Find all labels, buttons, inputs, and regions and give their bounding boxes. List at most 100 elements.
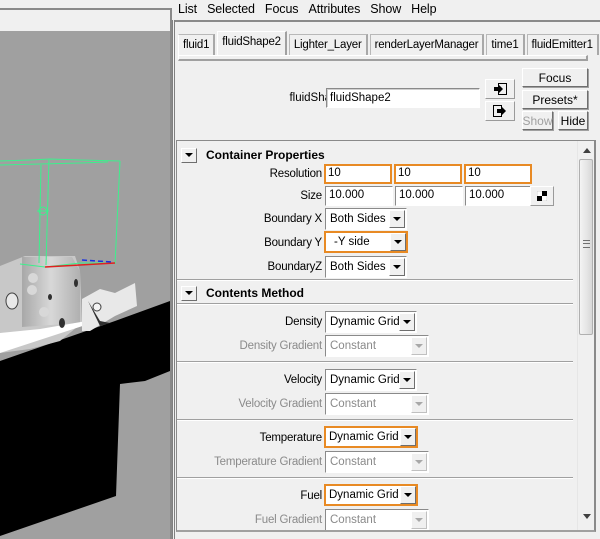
fuel-value: Dynamic Grid	[329, 489, 399, 501]
density-dropdown[interactable]: Dynamic Grid	[325, 311, 417, 333]
size-y-field[interactable]: 10.000	[395, 186, 463, 206]
chevron-down-icon	[404, 493, 412, 497]
group-divider	[177, 477, 573, 479]
collapse-triangle-icon	[185, 153, 193, 157]
temperature-dropdown[interactable]: Dynamic Grid	[324, 426, 418, 448]
scroll-down-button[interactable]	[578, 509, 594, 523]
vertical-scrollbar[interactable]	[577, 141, 594, 530]
dropdown-arrow-button[interactable]	[389, 210, 405, 228]
size-z-field[interactable]: 10.000	[465, 186, 533, 206]
node-tabs: fluid1 fluidShape2 Lighter_Layer renderL…	[178, 31, 600, 55]
group-divider	[177, 419, 573, 421]
section-container-properties[interactable]: Container Properties	[177, 144, 573, 166]
chevron-down-icon	[415, 460, 423, 464]
viewport-frame-top	[0, 8, 172, 10]
temperature-label: Temperature	[259, 432, 323, 444]
attributes-content: Container Properties Resolution 10 10 10…	[177, 141, 573, 530]
boundary-z-value: Both Sides	[330, 261, 386, 273]
section-contents-method[interactable]: Contents Method	[177, 282, 573, 304]
chevron-up-icon	[582, 147, 591, 153]
viewport-scene	[0, 158, 170, 536]
dropdown-arrow-button[interactable]	[399, 313, 415, 331]
resolution-z-field[interactable]: 10	[464, 164, 532, 184]
size-x-field[interactable]: 10.000	[325, 186, 393, 206]
dropdown-arrow-button[interactable]	[399, 371, 415, 389]
boundary-z-dropdown[interactable]: Both Sides	[325, 256, 407, 278]
chevron-down-icon	[415, 518, 423, 522]
menu-list[interactable]: List	[178, 2, 197, 16]
presets-button[interactable]: Presets*	[522, 90, 588, 109]
tab-fluidshape2[interactable]: fluidShape2	[217, 31, 287, 55]
fuel-dropdown[interactable]: Dynamic Grid	[324, 484, 418, 506]
menu-focus[interactable]: Focus	[265, 2, 299, 16]
tab-time1[interactable]: time1	[486, 34, 525, 55]
show-button[interactable]: Show	[522, 111, 553, 130]
dropdown-arrow-button[interactable]	[400, 486, 416, 504]
dropdown-arrow-button[interactable]	[389, 258, 405, 276]
chevron-down-icon	[415, 402, 423, 406]
attribute-editor: List Selected Focus Attributes Show Help…	[172, 0, 600, 539]
boundary-y-dropdown[interactable]: -Y side	[324, 231, 408, 253]
output-connection-button[interactable]	[485, 101, 515, 121]
velocity-gradient-value: Constant	[330, 398, 377, 410]
hide-button[interactable]: Hide	[558, 111, 588, 130]
tab-render-layer-manager[interactable]: renderLayerManager	[369, 34, 485, 55]
menu-attributes[interactable]: Attributes	[308, 2, 360, 16]
section-divider	[177, 303, 573, 305]
attributes-scroll-area: Container Properties Resolution 10 10 10…	[176, 140, 596, 532]
fuel-gradient-dropdown: Constant	[325, 509, 429, 530]
z-axis-line	[81, 259, 113, 263]
velocity-gradient-label: Velocity Gradient	[238, 398, 322, 410]
menu-selected[interactable]: Selected	[207, 2, 255, 16]
focus-button[interactable]: Focus	[522, 68, 588, 87]
dropdown-arrow-button	[411, 395, 427, 413]
output-connection-icon	[493, 105, 506, 117]
chevron-down-icon	[403, 320, 411, 324]
node-name-input[interactable]	[326, 88, 480, 108]
fuel-label: Fuel	[300, 490, 322, 502]
dropdown-arrow-button	[411, 337, 427, 355]
tab-fluid1[interactable]: fluid1	[178, 34, 216, 55]
viewport-panel	[0, 0, 172, 539]
collapse-triangle-icon	[185, 291, 193, 295]
dropdown-arrow-button	[411, 453, 427, 471]
3d-viewport[interactable]	[0, 31, 170, 539]
resolution-x-field[interactable]: 10	[324, 164, 392, 184]
chevron-down-icon	[393, 265, 401, 269]
menu-show[interactable]: Show	[370, 2, 401, 16]
temperature-gradient-dropdown: Constant	[325, 451, 429, 473]
input-connection-button[interactable]	[485, 79, 515, 99]
scroll-thumb[interactable]	[579, 159, 593, 335]
editor-frame-top	[175, 20, 600, 22]
tab-lighter-layer[interactable]: Lighter_Layer	[288, 34, 368, 55]
collapse-button[interactable]	[181, 285, 197, 301]
density-gradient-label: Density Gradient	[239, 340, 323, 352]
section-title: Contents Method	[206, 286, 304, 300]
velocity-gradient-dropdown: Constant	[325, 393, 429, 415]
chevron-down-icon	[393, 217, 401, 221]
resolution-label: Resolution	[269, 168, 323, 180]
scroll-up-button[interactable]	[578, 143, 594, 157]
temperature-gradient-value: Constant	[330, 456, 377, 468]
velocity-dropdown[interactable]: Dynamic Grid	[325, 369, 417, 391]
size-label: Size	[300, 190, 322, 202]
resolution-y-field[interactable]: 10	[394, 164, 462, 184]
section-title: Container Properties	[206, 148, 325, 162]
menu-help[interactable]: Help	[411, 2, 436, 16]
boundary-x-label: Boundary X	[263, 213, 322, 225]
group-divider	[177, 361, 573, 363]
boundary-x-dropdown[interactable]: Both Sides	[325, 208, 407, 230]
node-name-row: fluidShape: Focus Presets* Show Hide	[172, 62, 600, 138]
density-label: Density	[285, 316, 322, 328]
tab-fluid-emitter1[interactable]: fluidEmitter1	[526, 34, 599, 55]
collapse-button[interactable]	[181, 147, 197, 163]
size-lock-button[interactable]	[530, 186, 554, 206]
section-divider	[177, 279, 573, 281]
dropdown-arrow-button[interactable]	[390, 233, 406, 251]
boundary-z-label: BoundaryZ	[267, 261, 323, 273]
chevron-down-icon	[403, 378, 411, 382]
input-connection-icon	[494, 83, 507, 95]
dropdown-arrow-button[interactable]	[400, 428, 416, 446]
menu-bar: List Selected Focus Attributes Show Help	[172, 0, 600, 18]
boundary-x-value: Both Sides	[330, 213, 386, 225]
